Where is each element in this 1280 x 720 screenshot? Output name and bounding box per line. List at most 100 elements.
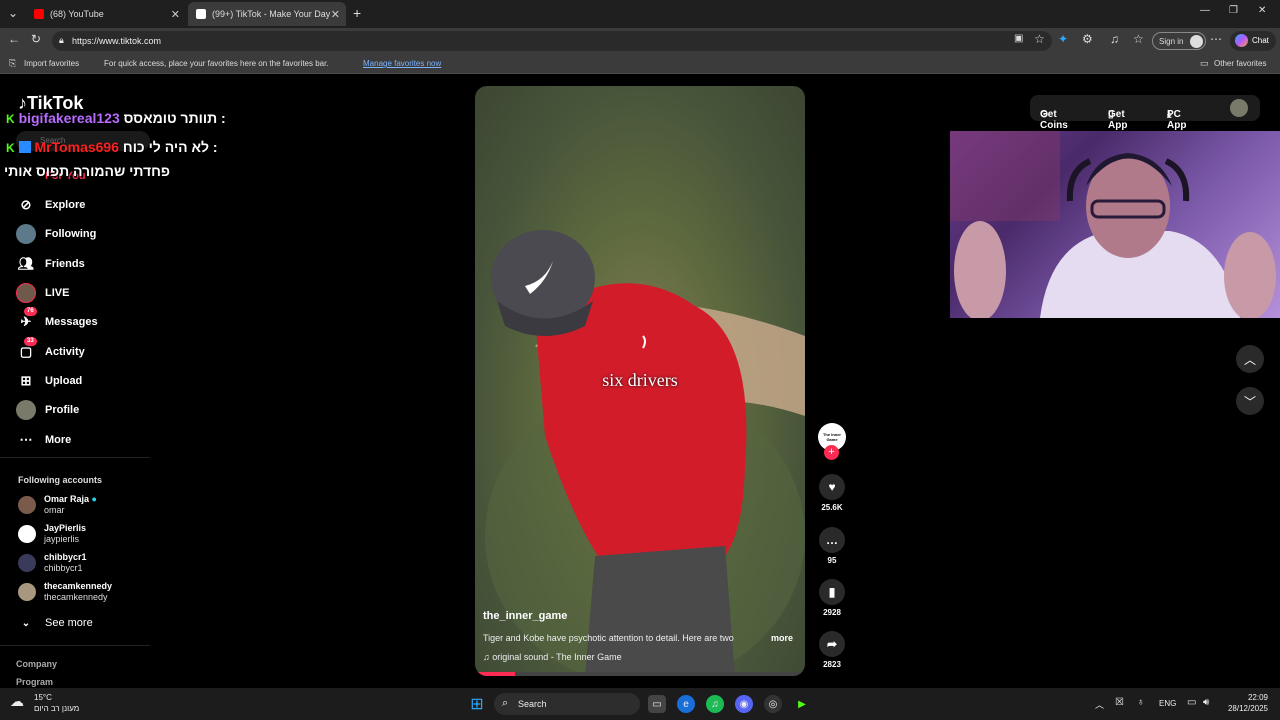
user-avatar[interactable] bbox=[1230, 99, 1248, 117]
pc-app-label: PC App bbox=[1167, 109, 1187, 131]
sign-in-button[interactable]: Sign in bbox=[1152, 32, 1206, 50]
sound-label: original sound - The Inner Game bbox=[492, 652, 622, 662]
video-progress-bar[interactable] bbox=[475, 672, 805, 676]
nav-more[interactable]: ⋯ More bbox=[16, 429, 72, 451]
share-button[interactable]: ➦ 2823 bbox=[818, 631, 846, 669]
profile-avatar-icon bbox=[16, 400, 36, 420]
tab-actions-chevron-icon[interactable]: ⌄ bbox=[8, 6, 18, 20]
music-note-icon: ♫ bbox=[483, 652, 490, 662]
split-screen-icon[interactable]: ♫ bbox=[1110, 32, 1119, 46]
following-account[interactable]: Omar Raja ● omar bbox=[18, 494, 97, 516]
nav-friends[interactable]: 👥︎ Friends bbox=[16, 253, 85, 275]
account-username: chibbycr1 bbox=[44, 563, 83, 573]
nav-profile[interactable]: Profile bbox=[16, 399, 79, 421]
tray-chevron-up-icon[interactable]: ︿ bbox=[1095, 698, 1104, 711]
menu-dots-icon[interactable]: ⋯ bbox=[1210, 32, 1222, 46]
reader-mode-icon[interactable]: ▣ bbox=[1014, 33, 1023, 44]
next-video-button[interactable]: ﹀ bbox=[1236, 387, 1264, 415]
nav-label: Upload bbox=[45, 375, 83, 387]
like-button[interactable]: ♥ 25.6K bbox=[818, 474, 846, 512]
tab-youtube[interactable]: (68) YouTube ✕ bbox=[26, 2, 186, 26]
obs-icon[interactable]: ◎ bbox=[764, 695, 782, 713]
top-actions-bar: ⊙ Get Coins ▯ Get App ⤓ PC App bbox=[1030, 95, 1260, 131]
translate-extension-icon[interactable]: ✦ bbox=[1058, 32, 1068, 46]
windows-start-icon[interactable]: ⊞ bbox=[468, 695, 486, 713]
clock-date[interactable]: 28/12/2025 bbox=[1224, 704, 1268, 713]
discord-icon[interactable]: ◉ bbox=[735, 695, 753, 713]
share-icon: ➦ bbox=[819, 631, 845, 657]
nav-upload[interactable]: ⊞ Upload bbox=[16, 370, 83, 392]
weather-description: מעונן רב היום bbox=[34, 704, 80, 713]
nav-following[interactable]: Following bbox=[16, 223, 96, 245]
chat-text: פחדתי שהמורה תפוס אותי bbox=[4, 163, 171, 179]
footer-program-link[interactable]: Program bbox=[16, 677, 53, 687]
video-player[interactable]: six drivers the_inner_game Tiger and Kob… bbox=[475, 86, 805, 676]
account-username: thecamkennedy bbox=[44, 592, 108, 602]
nav-messages[interactable]: ✈ 76 Messages bbox=[16, 307, 98, 333]
tab-tiktok[interactable]: (99+) TikTok - Make Your Day ✕ bbox=[188, 2, 346, 26]
nav-label: Messages bbox=[45, 316, 98, 328]
previous-video-button[interactable]: ︿ bbox=[1236, 345, 1264, 373]
other-favorites-link[interactable]: Other favorites bbox=[1214, 59, 1266, 68]
footer-company-link[interactable]: Company bbox=[16, 659, 57, 669]
chevron-down-icon: ﹀ bbox=[1243, 394, 1256, 409]
close-tab-icon[interactable]: ✕ bbox=[331, 8, 340, 21]
heart-icon: ♥ bbox=[819, 474, 845, 500]
clock-time[interactable]: 22:09 bbox=[1224, 693, 1268, 702]
chevron-down-icon: ⌄ bbox=[21, 617, 31, 629]
maximize-icon[interactable]: ❐ bbox=[1229, 5, 1238, 16]
video-caption-overlay: six drivers bbox=[602, 370, 678, 390]
avatar bbox=[18, 554, 36, 572]
messages-badge: 76 bbox=[24, 307, 37, 316]
task-view-icon[interactable]: ▭ bbox=[648, 695, 666, 713]
import-favorites-link[interactable]: Import favorites bbox=[24, 59, 79, 68]
comment-button[interactable]: … 95 bbox=[818, 527, 846, 565]
chat-username: MrTomas696 bbox=[34, 139, 120, 155]
favorite-star-icon[interactable]: ☆ bbox=[1034, 32, 1045, 46]
copilot-icon bbox=[1235, 34, 1248, 47]
taskbar-search-box[interactable]: ⌕ Search bbox=[494, 693, 640, 715]
nav-live[interactable]: LIVE bbox=[16, 282, 69, 304]
spotify-icon[interactable]: ♫ bbox=[706, 695, 724, 713]
following-account[interactable]: JayPierlis jaypierlis bbox=[18, 523, 86, 545]
account-username: omar bbox=[44, 505, 65, 515]
edge-browser-icon[interactable]: e bbox=[677, 695, 695, 713]
following-account[interactable]: chibbycr1 chibbycr1 bbox=[18, 552, 87, 574]
network-icon[interactable]: ▭ bbox=[1187, 697, 1196, 708]
minimize-icon[interactable]: — bbox=[1200, 5, 1210, 16]
description-more-button[interactable]: more bbox=[771, 633, 793, 643]
account-name: Omar Raja bbox=[44, 494, 90, 504]
extensions-icon[interactable]: ⚙ bbox=[1082, 32, 1093, 46]
activity-badge: 33 bbox=[24, 337, 37, 346]
see-more-button[interactable]: ⌄ See more bbox=[16, 612, 93, 634]
weather-temp: 15°C bbox=[34, 693, 52, 702]
kick-icon: K bbox=[6, 112, 15, 126]
lock-icon: 🔒︎ bbox=[59, 35, 64, 45]
back-icon[interactable]: ← bbox=[8, 32, 20, 46]
following-account[interactable]: thecamkennedy thecamkennedy bbox=[18, 581, 112, 603]
video-sound[interactable]: ♫ original sound - The Inner Game bbox=[483, 652, 622, 662]
follow-plus-button[interactable]: + bbox=[824, 445, 839, 460]
volume-icon[interactable]: 🔊︎ bbox=[1203, 697, 1209, 708]
chat-message: K bigifakereal123 תוותר טומאסס : bbox=[6, 110, 226, 126]
nav-activity[interactable]: ▢ 33 Activity bbox=[16, 337, 85, 363]
save-button[interactable]: ▮ 2928 bbox=[818, 579, 846, 617]
tiktok-favicon-icon bbox=[196, 9, 206, 19]
video-author[interactable]: the_inner_game bbox=[483, 610, 567, 622]
favorites-icon[interactable]: ☆ bbox=[1133, 32, 1144, 46]
weather-widget[interactable]: ☁ bbox=[10, 693, 32, 713]
copilot-chat-button[interactable]: Chat bbox=[1230, 31, 1276, 51]
nav-explore[interactable]: ⊘ Explore bbox=[16, 194, 86, 216]
new-tab-icon[interactable]: + bbox=[353, 5, 361, 21]
microphone-icon[interactable]: ♁ bbox=[1137, 697, 1145, 708]
close-window-icon[interactable]: ✕ bbox=[1258, 5, 1266, 16]
language-indicator[interactable]: ENG bbox=[1159, 699, 1176, 708]
refresh-icon[interactable]: ↻ bbox=[31, 32, 41, 46]
nav-label: Friends bbox=[45, 258, 85, 270]
manage-favorites-link[interactable]: Manage favorites now bbox=[363, 59, 441, 68]
close-tab-icon[interactable]: ✕ bbox=[171, 8, 180, 21]
tray-app-icon[interactable]: ☒ bbox=[1115, 697, 1124, 708]
kick-app-icon[interactable]: ▶ bbox=[793, 695, 811, 713]
friends-icon: 👥︎ bbox=[17, 256, 35, 271]
url-field[interactable]: 🔒︎ https://www.tiktok.com bbox=[52, 31, 1052, 51]
